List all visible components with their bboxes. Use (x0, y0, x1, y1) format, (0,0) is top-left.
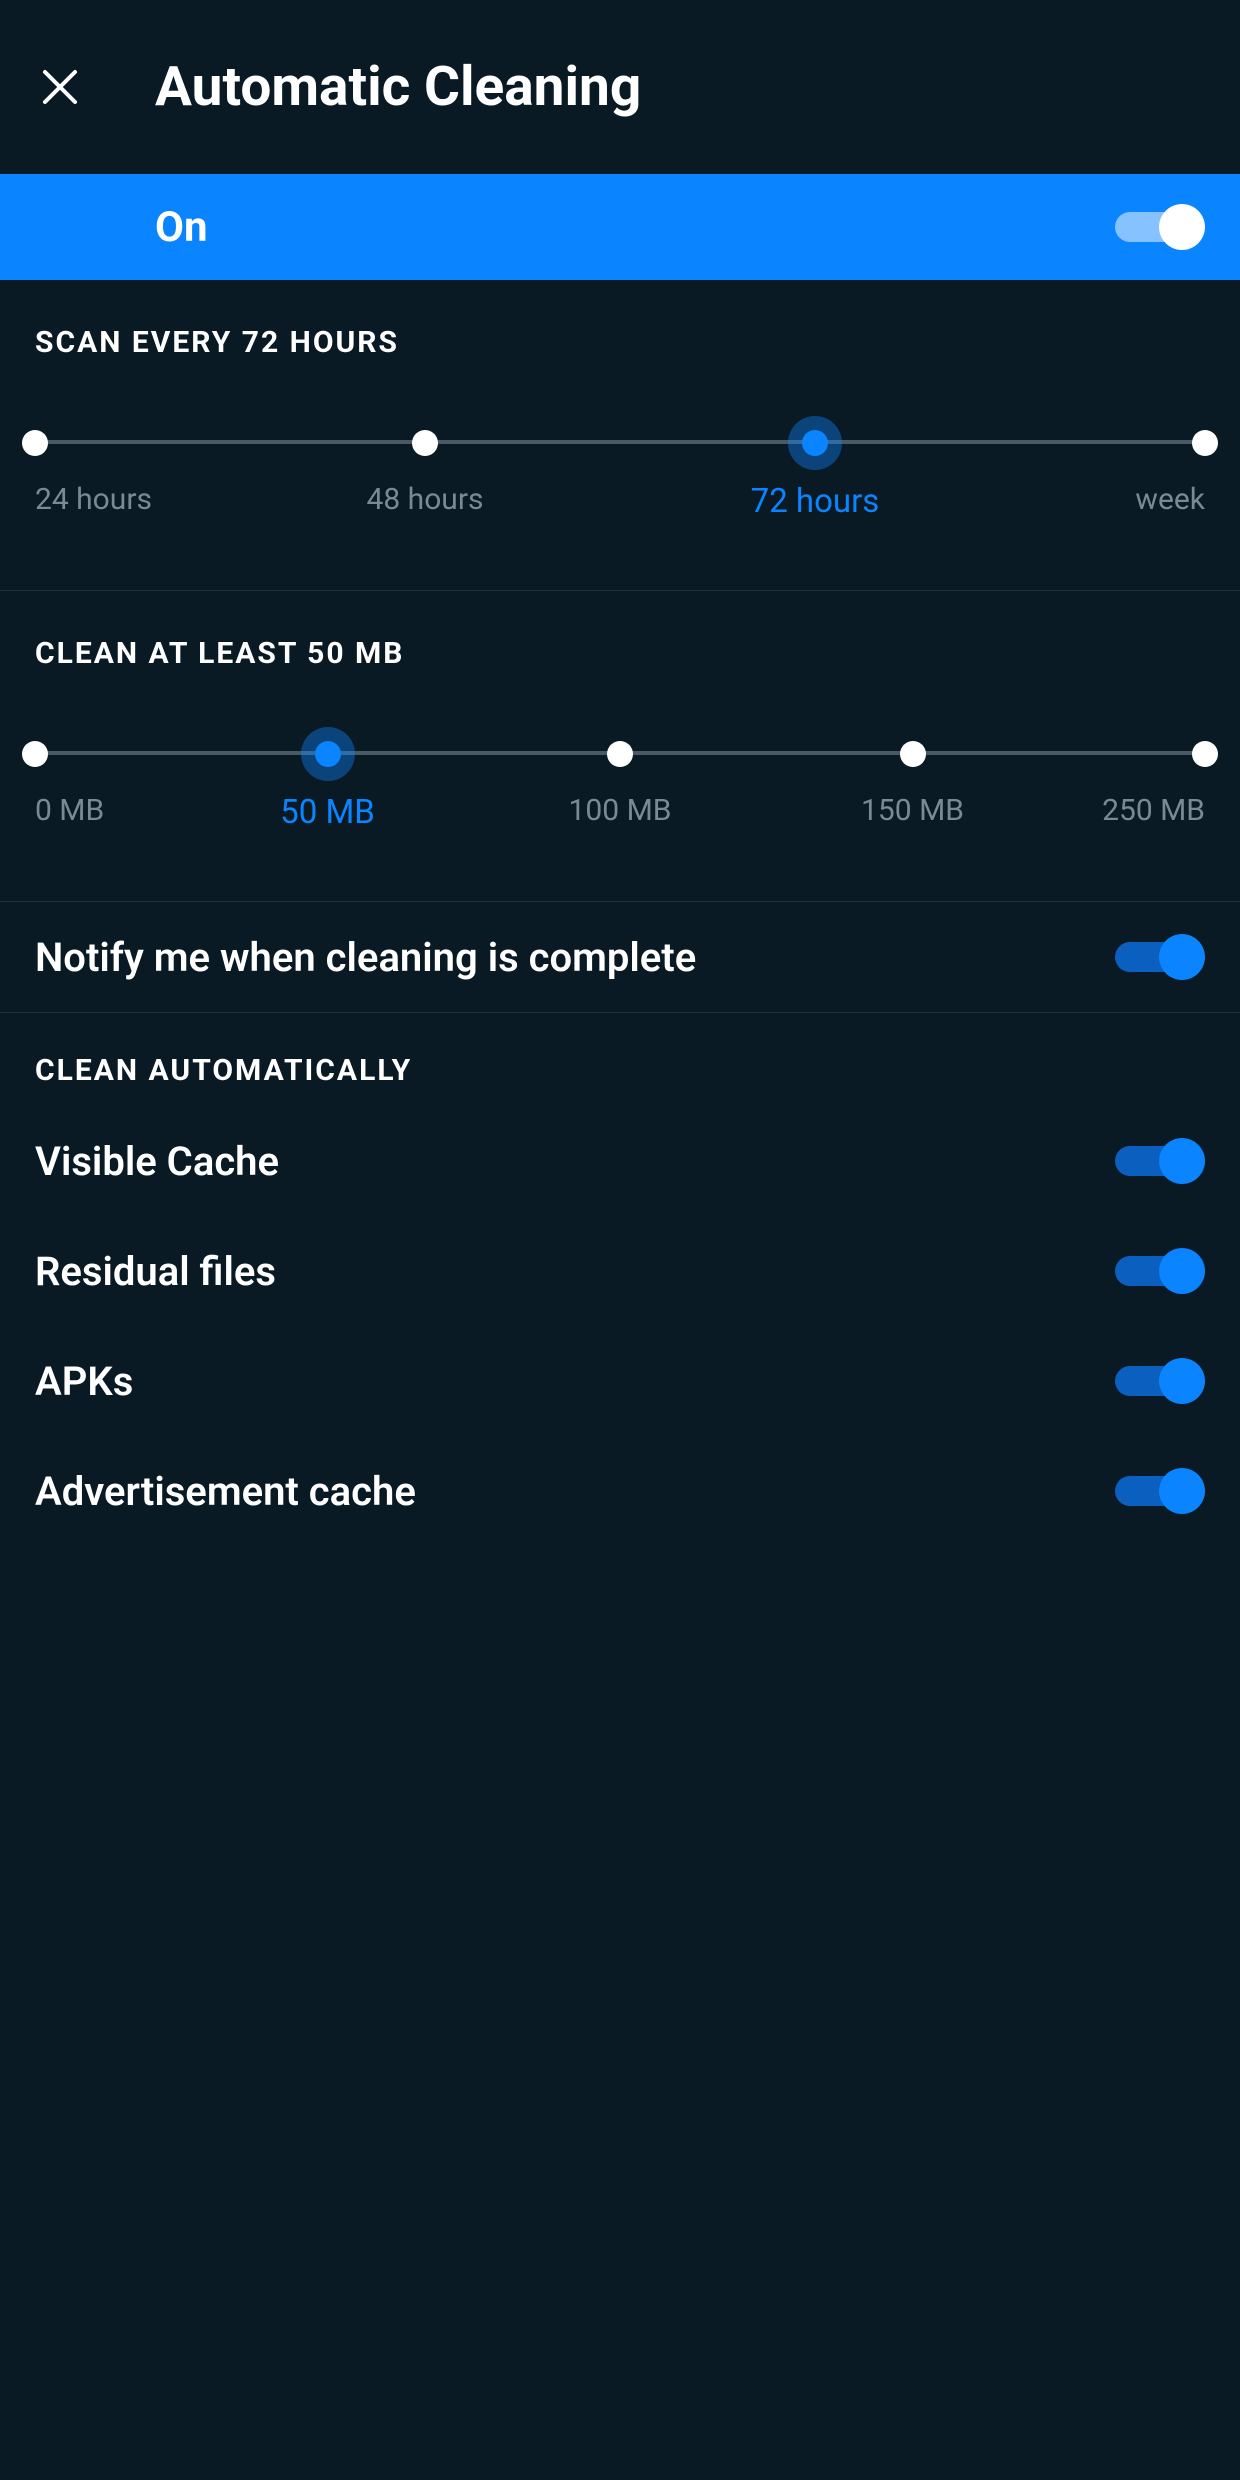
auto-item-row[interactable]: Visible Cache (0, 1106, 1240, 1216)
slider-stop[interactable] (1192, 430, 1218, 456)
auto-item-toggle[interactable] (1115, 1466, 1205, 1516)
auto-item-label: Visible Cache (35, 1138, 279, 1185)
auto-item-label: APKs (35, 1358, 133, 1405)
slider-stop[interactable] (1192, 741, 1218, 767)
scan-interval-slider[interactable]: 24 hours 48 hours 72 hours week (35, 430, 1205, 540)
master-toggle-row[interactable]: On (0, 174, 1240, 280)
slider-stop-label: 0 MB (35, 793, 104, 828)
clean-size-slider[interactable]: 0 MB 50 MB 100 MB 150 MB 250 MB (35, 741, 1205, 851)
slider-stop-label: 48 hours (367, 482, 484, 517)
notify-label: Notify me when cleaning is complete (35, 934, 696, 981)
slider-stop[interactable] (900, 741, 926, 767)
slider-stop-label: week (1135, 482, 1205, 517)
auto-item-label: Residual files (35, 1248, 276, 1295)
slider-thumb[interactable] (802, 430, 828, 456)
page-title: Automatic Cleaning (155, 55, 641, 119)
slider-stop-label: 72 hours (751, 482, 880, 521)
master-toggle-label: On (155, 203, 208, 252)
slider-stop-label: 100 MB (569, 793, 672, 828)
app-header: Automatic Cleaning (0, 0, 1240, 174)
clean-size-section: CLEAN AT LEAST 50 MB 0 MB 50 MB 100 MB 150 … (0, 591, 1240, 902)
close-button[interactable] (35, 62, 85, 112)
auto-item-toggle[interactable] (1115, 1356, 1205, 1406)
auto-item-label: Advertisement cache (35, 1468, 416, 1515)
master-toggle[interactable] (1115, 202, 1205, 252)
slider-stop[interactable] (607, 741, 633, 767)
scan-interval-title: SCAN EVERY 72 HOURS (35, 325, 1205, 360)
scan-interval-section: SCAN EVERY 72 HOURS 24 hours 48 hours 72 h… (0, 280, 1240, 591)
auto-item-row[interactable]: Residual files (0, 1216, 1240, 1326)
notify-toggle[interactable] (1115, 932, 1205, 982)
clean-size-title: CLEAN AT LEAST 50 MB (35, 636, 1205, 671)
slider-stop[interactable] (412, 430, 438, 456)
slider-stop[interactable] (22, 430, 48, 456)
notify-row[interactable]: Notify me when cleaning is complete (0, 902, 1240, 1013)
auto-item-toggle[interactable] (1115, 1136, 1205, 1186)
clean-auto-list: Visible Cache Residual files APKs Advertise… (0, 1106, 1240, 1546)
close-icon (41, 68, 79, 106)
slider-thumb[interactable] (315, 741, 341, 767)
slider-stop-label: 250 MB (1102, 793, 1205, 828)
auto-item-row[interactable]: Advertisement cache (0, 1436, 1240, 1546)
auto-item-row[interactable]: APKs (0, 1326, 1240, 1436)
slider-stop[interactable] (22, 741, 48, 767)
clean-auto-title: CLEAN AUTOMATICALLY (0, 1013, 1240, 1106)
slider-stop-label: 50 MB (280, 793, 375, 832)
auto-item-toggle[interactable] (1115, 1246, 1205, 1296)
slider-stop-label: 150 MB (861, 793, 964, 828)
slider-stop-label: 24 hours (35, 482, 152, 517)
